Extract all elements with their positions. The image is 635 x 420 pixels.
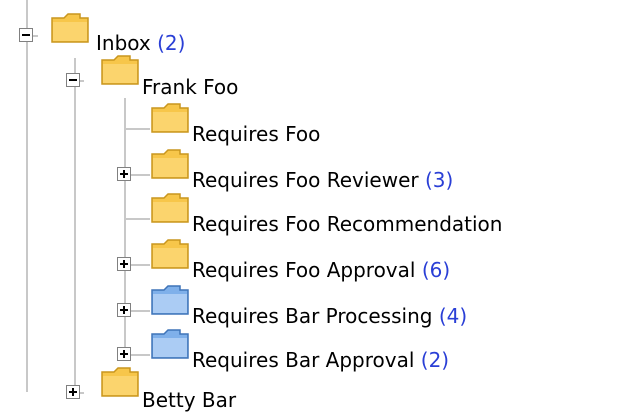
- tree-node-label: Betty Bar: [142, 388, 237, 412]
- folder-icon: [150, 100, 190, 134]
- tree-node-requires-foo-recommendation[interactable]: Requires Foo Recommendation: [192, 212, 502, 236]
- tree-node-label: Requires Foo: [192, 122, 321, 146]
- expand-toggle-requires-bar-approval[interactable]: [117, 347, 131, 361]
- folder-icon: [150, 190, 190, 224]
- tree-node-label: Requires Foo Approval: [192, 258, 416, 282]
- folder-icon: [150, 236, 190, 270]
- unread-count: (4): [438, 304, 468, 328]
- tree-node-label: Requires Bar Approval: [192, 348, 415, 372]
- unread-count: (3): [424, 168, 454, 192]
- tree-node-requires-foo[interactable]: Requires Foo: [192, 122, 320, 146]
- tree-node-requires-foo-approval[interactable]: Requires Foo Approval (6): [192, 258, 450, 282]
- expand-toggle-requires-bar-processing[interactable]: [117, 303, 131, 317]
- folder-icon: [100, 364, 140, 398]
- tree-line-item-2: [124, 218, 150, 220]
- tree-line-root: [26, 0, 28, 392]
- tree-node-label: Requires Bar Processing: [192, 304, 433, 328]
- tree-node-requires-foo-reviewer[interactable]: Requires Foo Reviewer (3): [192, 168, 453, 192]
- folder-icon: [150, 282, 190, 316]
- expand-toggle-betty-bar[interactable]: [66, 385, 80, 399]
- expand-toggle-requires-foo-reviewer[interactable]: [117, 167, 131, 181]
- folder-icon: [50, 10, 90, 44]
- tree-node-frank-foo[interactable]: Frank Foo: [142, 75, 238, 99]
- tree-line-item-0: [124, 128, 150, 130]
- tree-node-label: Frank Foo: [142, 75, 239, 99]
- collapse-toggle-frank-foo[interactable]: [66, 73, 80, 87]
- unread-count: (2): [420, 348, 450, 372]
- collapse-toggle-inbox[interactable]: [19, 28, 33, 42]
- tree-node-betty-bar[interactable]: Betty Bar: [142, 388, 236, 412]
- tree-line-inbox-children: [74, 58, 76, 392]
- folder-icon: [150, 326, 190, 360]
- folder-icon: [100, 52, 140, 86]
- unread-count: (2): [157, 31, 186, 55]
- tree-node-label: Requires Foo Recommendation: [192, 212, 503, 236]
- folder-icon: [150, 146, 190, 180]
- tree-line-frank-children: [124, 98, 126, 356]
- folder-tree: Inbox (2) Frank Foo Requires Foo Require…: [0, 0, 635, 420]
- tree-node-label: Requires Foo Reviewer: [192, 168, 419, 192]
- expand-toggle-requires-foo-approval[interactable]: [117, 257, 131, 271]
- tree-node-requires-bar-processing[interactable]: Requires Bar Processing (4): [192, 304, 467, 328]
- unread-count: (6): [421, 258, 451, 282]
- tree-node-requires-bar-approval[interactable]: Requires Bar Approval (2): [192, 348, 449, 372]
